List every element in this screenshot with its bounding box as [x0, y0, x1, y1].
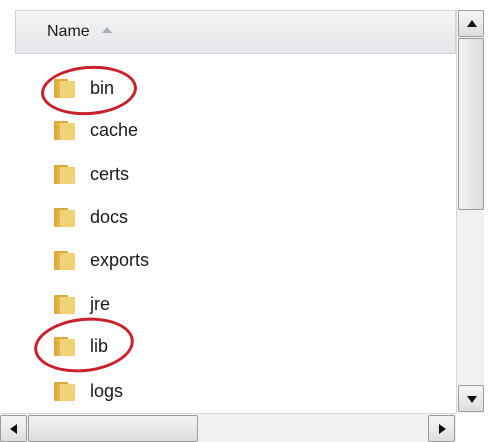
scroll-right-button[interactable] [428, 415, 455, 442]
arrow-down-icon [467, 396, 477, 403]
list-item-certs[interactable]: certs [15, 155, 456, 195]
folder-icon [54, 251, 75, 270]
arrow-right-icon [439, 424, 446, 434]
horizontal-scrollbar[interactable] [0, 413, 456, 442]
file-name: cache [90, 120, 139, 140]
file-name: docs [90, 207, 129, 227]
list-item-cache[interactable]: cache [15, 111, 456, 151]
list-item-exports[interactable]: exports [15, 241, 456, 281]
folder-icon [54, 382, 75, 401]
list-item-logs[interactable]: logs [15, 372, 456, 412]
file-name: exports [90, 250, 150, 270]
arrow-up-icon [467, 20, 477, 27]
file-explorer: Name bin cache certs docs exports jre li… [0, 0, 489, 442]
horizontal-scroll-thumb[interactable] [28, 415, 198, 442]
folder-icon [54, 295, 75, 314]
file-name: jre [90, 294, 111, 314]
folder-icon [54, 121, 75, 140]
scroll-up-button[interactable] [458, 10, 484, 37]
folder-icon [54, 208, 75, 227]
scroll-left-button[interactable] [0, 415, 27, 442]
column-header-label: Name [47, 23, 90, 40]
folder-icon [54, 165, 75, 184]
list-item-docs[interactable]: docs [15, 198, 456, 238]
column-header-name[interactable]: Name [15, 10, 456, 54]
file-name: logs [90, 381, 124, 401]
sort-ascending-icon [102, 27, 112, 33]
scroll-down-button[interactable] [458, 385, 484, 412]
vertical-scroll-thumb[interactable] [458, 38, 484, 210]
vertical-scrollbar[interactable] [456, 10, 484, 413]
file-name: certs [90, 164, 130, 184]
arrow-left-icon [10, 424, 17, 434]
